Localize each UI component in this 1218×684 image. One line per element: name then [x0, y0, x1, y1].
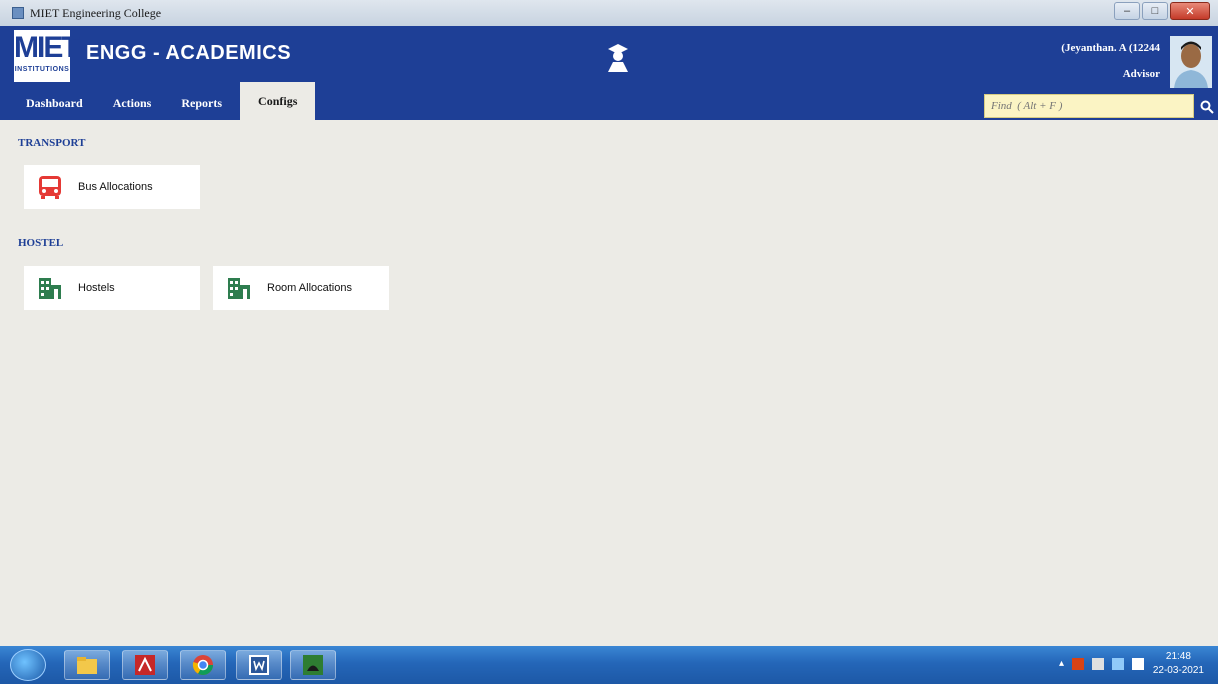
chrome-icon [192, 655, 213, 675]
system-tray: ▴ [1059, 658, 1144, 670]
tab-configs[interactable]: Configs [240, 82, 316, 120]
tray-arrow-icon[interactable]: ▴ [1059, 658, 1064, 670]
tab-dashboard[interactable]: Dashboard [14, 86, 95, 120]
taskbar-app[interactable] [290, 650, 336, 680]
tile-hostels[interactable]: Hostels [24, 266, 200, 310]
word-icon [249, 655, 269, 675]
tray-network-icon[interactable] [1092, 658, 1104, 670]
logo-subtext: INSTITUTIONS [14, 66, 70, 73]
maximize-button[interactable]: □ [1142, 2, 1168, 20]
file-explorer-icon [77, 657, 97, 674]
start-button[interactable] [10, 649, 46, 681]
tray-monitor-icon[interactable] [1112, 658, 1124, 670]
tile-room-allocations[interactable]: Room Allocations [213, 266, 389, 310]
app-icon [303, 655, 323, 675]
building-icon [36, 274, 64, 302]
user-role: Advisor [1122, 68, 1160, 80]
tab-reports[interactable]: Reports [169, 86, 234, 120]
tab-actions[interactable]: Actions [101, 86, 164, 120]
taskbar-word[interactable] [236, 650, 282, 680]
tile-bus-allocations[interactable]: Bus Allocations [24, 165, 200, 209]
window-titlebar: MIET Engineering College – □ ✕ [0, 0, 1218, 26]
app-window-icon [12, 7, 24, 19]
taskbar-file-explorer[interactable] [64, 650, 110, 680]
building-icon [225, 274, 253, 302]
close-button[interactable]: ✕ [1170, 2, 1210, 20]
main-nav: Dashboard Actions Reports Configs [14, 82, 321, 120]
taskbar-pdf-reader[interactable] [122, 650, 168, 680]
clock-date: 22-03-2021 [1152, 665, 1204, 676]
tray-antivirus-icon[interactable] [1072, 658, 1084, 670]
taskbar-chrome[interactable] [180, 650, 226, 680]
college-logo: MIET INSTITUTIONS [14, 30, 80, 82]
search-input[interactable] [985, 95, 1193, 117]
user-name: (Jeyanthan. A (12244 [1061, 42, 1160, 54]
search-box [984, 94, 1194, 118]
avatar[interactable] [1170, 36, 1212, 88]
minimize-button[interactable]: – [1114, 2, 1140, 20]
search-icon [1200, 100, 1214, 114]
taskbar-clock[interactable]: 21:48 22-03-2021 [1153, 650, 1204, 678]
window-controls: – □ ✕ [1114, 2, 1210, 20]
tile-label: Hostels [78, 282, 115, 294]
tray-flag-icon[interactable] [1132, 658, 1144, 670]
bus-icon [36, 173, 64, 201]
section-title-hostel: HOSTEL [18, 237, 64, 249]
search-button[interactable] [1196, 94, 1218, 120]
window-title: MIET Engineering College [30, 5, 162, 20]
graduate-icon [608, 44, 628, 72]
logo-text: MIET [14, 31, 80, 64]
taskbar: ▴ 21:48 22-03-2021 [0, 646, 1218, 684]
app-title: ENGG - ACADEMICS [86, 42, 292, 64]
tile-label: Bus Allocations [78, 181, 153, 193]
clock-time: 21:48 [1165, 651, 1191, 662]
pdf-reader-icon [135, 655, 155, 675]
tile-label: Room Allocations [267, 282, 352, 294]
section-title-transport: TRANSPORT [18, 137, 86, 149]
